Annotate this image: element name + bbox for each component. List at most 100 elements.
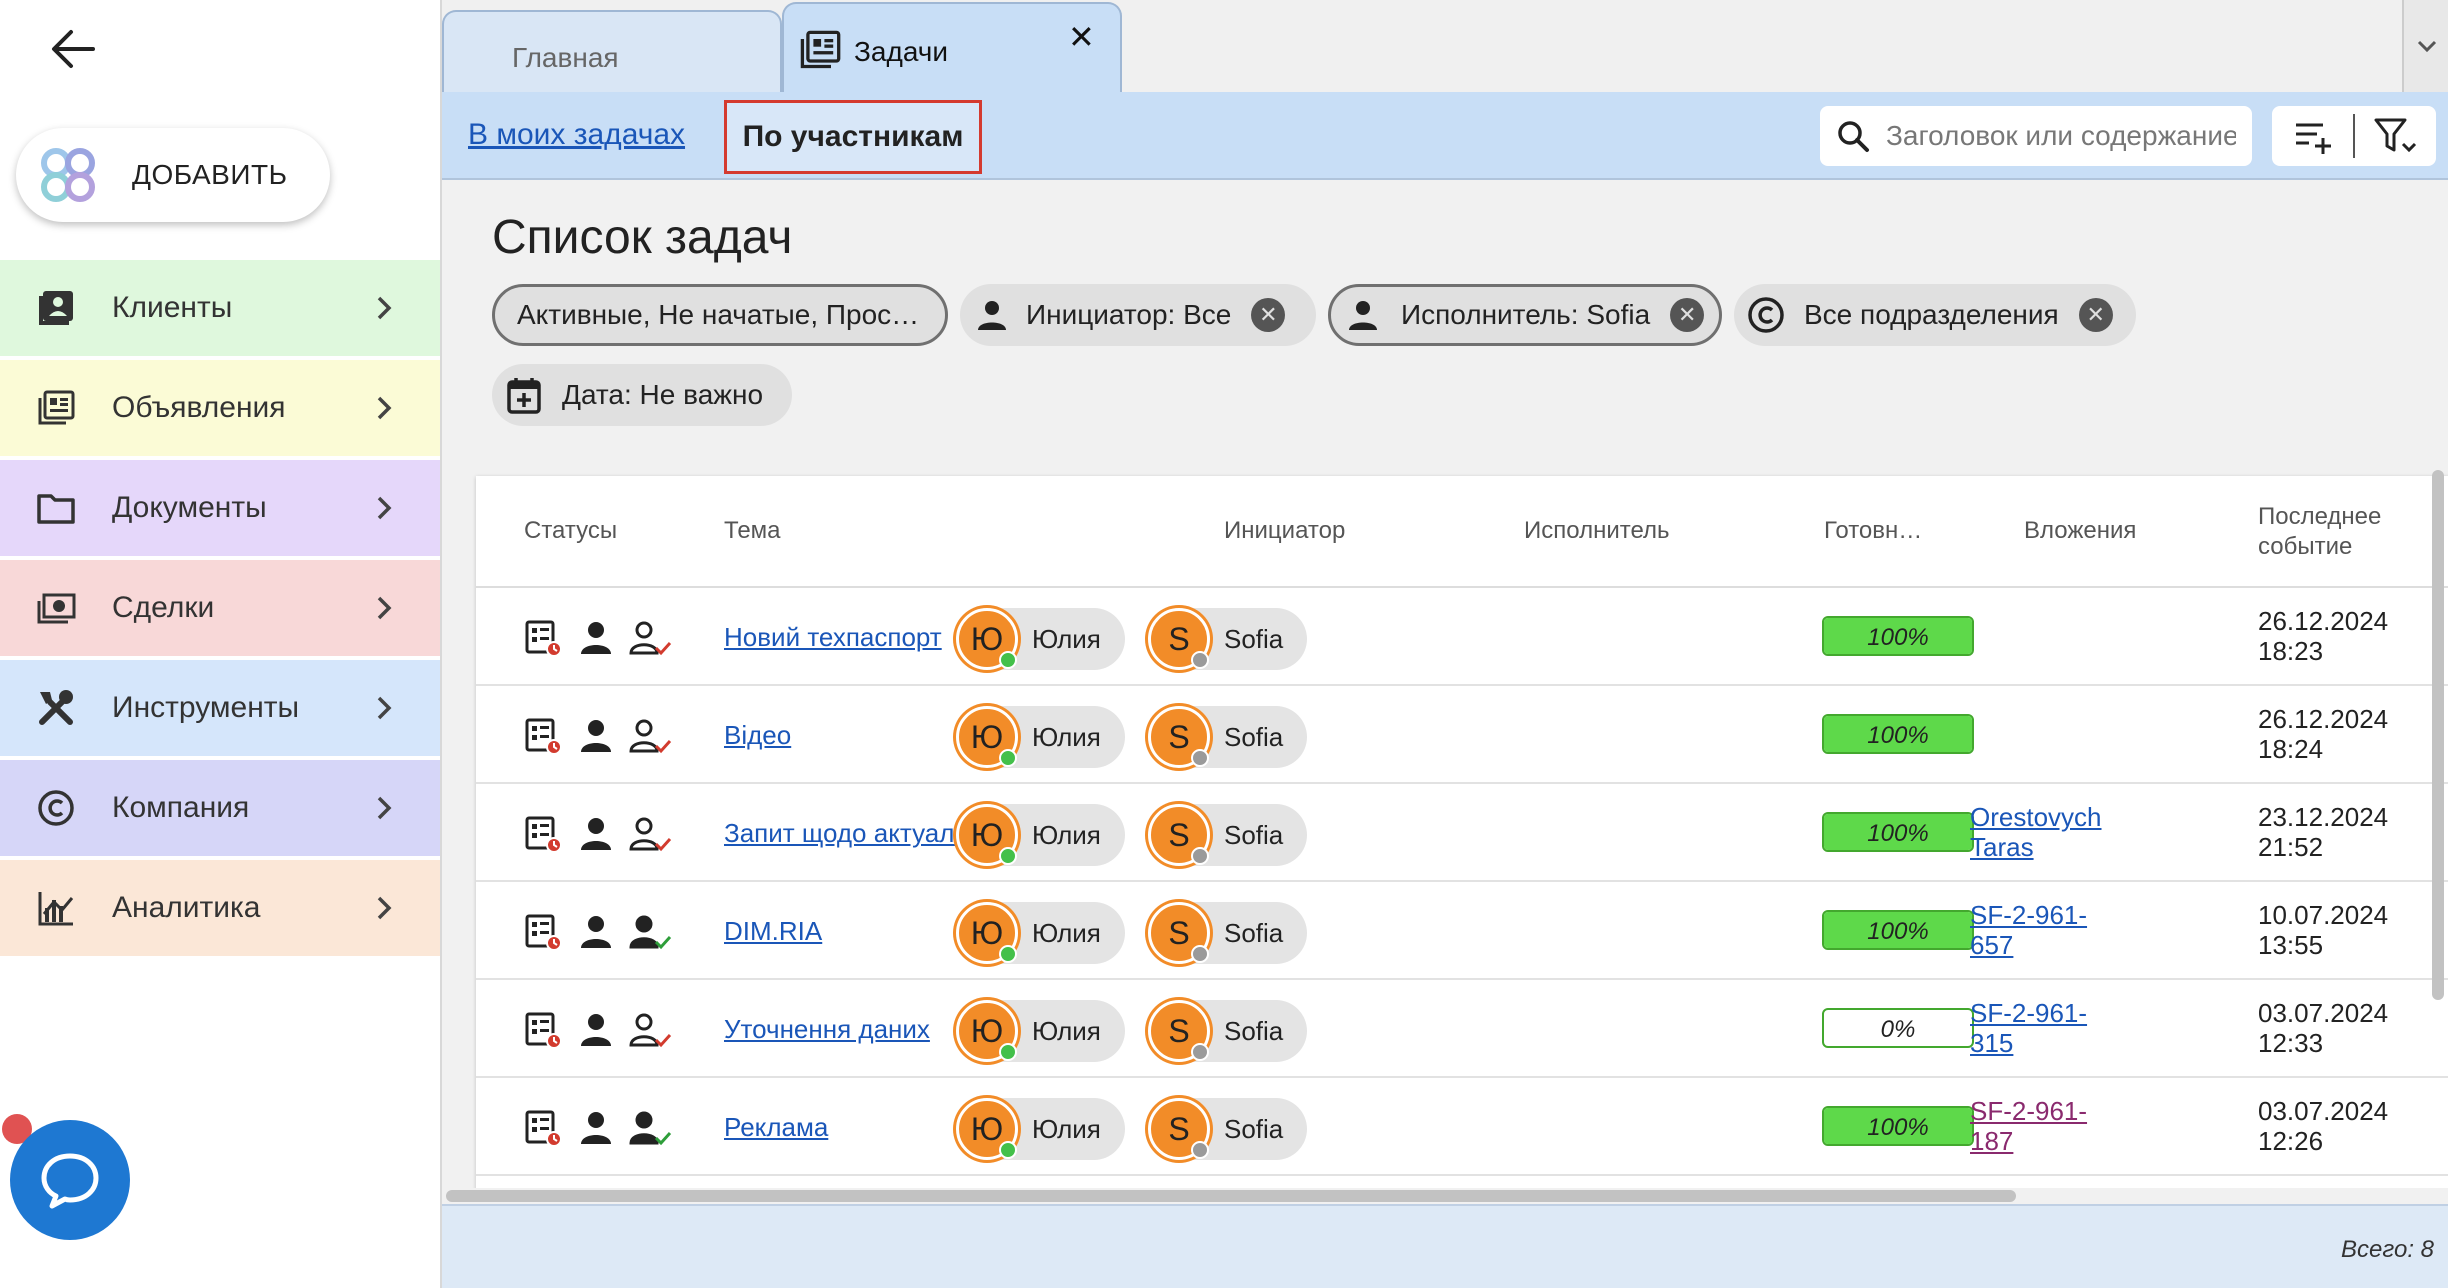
executor-chip[interactable]: S Sofia [1148,804,1308,866]
task-topic-link[interactable]: Реклама [724,1112,828,1143]
last-event-time: 12:26 [2258,1126,2324,1156]
filter-menu-button[interactable] [2355,106,2436,166]
col-topic[interactable]: Тема [724,516,781,546]
status-filter-chip[interactable]: Активные, Не начатые, Прос… [492,284,948,346]
sidebar-item-label: Инструменты [112,691,300,724]
task-topic-link[interactable]: Відео [724,720,791,751]
add-button[interactable]: ДОБАВИТЬ [16,128,330,222]
main-area: Главная Задачи ✕ В моих задачах По участ… [440,0,2448,1288]
back-button[interactable] [44,20,102,78]
progress-bar: 100% [1822,1106,1974,1146]
initiator-status-icon [581,720,611,752]
initiator-chip[interactable]: Ю Юлия [956,1000,1125,1062]
executor-chip[interactable]: S Sofia [1148,706,1308,768]
chevron-right-icon [377,896,392,920]
scroll-thumb[interactable] [446,1190,2016,1202]
online-status-dot [999,945,1017,963]
close-icon[interactable]: ✕ [1670,298,1705,332]
tab-home[interactable]: Главная [442,10,782,94]
col-executor[interactable]: Исполнитель [1524,516,1670,546]
task-topic-link[interactable]: DIM.RIA [724,916,822,947]
avatar-letter: Ю [970,1110,1004,1147]
attachment-link[interactable]: SF-2-961- 657 [1970,900,2087,960]
attachment-link[interactable]: SF-2-961- 187 [1970,1096,2087,1156]
progress-bar: 100% [1822,812,1974,852]
sidebar-item-documents[interactable]: Документы [0,460,440,556]
avatar: S [1148,706,1210,768]
my-tasks-link[interactable]: В моих задачах [468,118,685,152]
initiator-filter-chip[interactable]: Инициатор: Все ✕ [960,284,1316,346]
table-row[interactable]: DIM.RIA Ю Юлия S Sofia 100% SF-2-961- 657… [476,882,2448,980]
close-icon[interactable]: ✕ [2078,298,2113,332]
listings-icon [38,390,75,425]
initiator-chip[interactable]: Ю Юлия [956,608,1125,670]
table-row[interactable]: Відео Ю Юлия S Sofia 100% 26.12.2024 18:2… [476,686,2448,784]
tab-tasks[interactable]: Задачи ✕ [782,2,1122,94]
col-last-event[interactable]: Последнее событие [2258,502,2381,562]
folder-icon [37,494,75,524]
initiator-name: Юлия [1032,917,1101,948]
chat-button[interactable] [10,1120,130,1240]
avatar: S [1148,1098,1210,1160]
task-topic-link[interactable]: Уточнення даних [724,1014,930,1045]
last-event-date: 26.12.2024 [2258,606,2389,636]
executor-name: Sofia [1224,721,1284,752]
close-tab-icon[interactable]: ✕ [1068,18,1095,56]
total-count: Всего: 8 [2341,1236,2434,1263]
table-row[interactable]: Реклама Ю Юлия S Sofia 100% SF-2-961- 187… [476,1078,2448,1176]
task-status-icon [525,1110,562,1147]
executor-chip[interactable]: S Sofia [1148,902,1308,964]
vertical-scrollbar[interactable] [2432,470,2444,1000]
avatar-letter: S [1168,816,1190,853]
offline-status-dot [1191,847,1209,865]
attachment-link[interactable]: SF-2-961- 315 [1970,998,2087,1058]
sidebar-item-analytics[interactable]: Аналитика [0,860,440,956]
executor-chip[interactable]: S Sofia [1148,608,1308,670]
last-event-time: 21:52 [2258,832,2324,862]
attachment-line1: SF-2-961- [1970,900,2088,930]
departments-filter-chip[interactable]: Все подразделения ✕ [1734,284,2136,346]
col-ready[interactable]: Готовн… [1824,516,1922,546]
initiator-chip[interactable]: Ю Юлия [956,1098,1125,1160]
executor-status-icon [629,817,672,852]
table-header: Статусы Тема Инициатор Исполнитель Готов… [476,476,2448,588]
task-topic-link[interactable]: Новий техпаспорт [724,622,942,653]
search-input[interactable] [1886,120,2236,152]
initiator-chip[interactable]: Ю Юлия [956,804,1125,866]
last-event-datetime: 23.12.2024 21:52 [2258,802,2388,862]
table-row[interactable]: Запит щодо актуальності Ю Юлия S Sofia 1… [476,784,2448,882]
status-icons [524,1010,672,1050]
sidebar-item-tools[interactable]: Инструменты [0,660,440,756]
last-event-datetime: 26.12.2024 18:24 [2258,704,2388,764]
col-initiator[interactable]: Инициатор [1224,516,1345,546]
executor-chip[interactable]: S Sofia [1148,1000,1308,1062]
progress-bar: 100% [1822,616,1974,656]
executor-name: Sofia [1224,1113,1284,1144]
sidebar-item-listings[interactable]: Объявления [0,360,440,456]
sidebar-item-deals[interactable]: Сделки [0,560,440,656]
offline-status-dot [1191,651,1209,669]
horizontal-scrollbar[interactable] [442,1188,2448,1204]
progress-label: 100% [1867,1114,1929,1141]
by-participants-tab[interactable]: По участникам [724,100,982,174]
date-filter-chip[interactable]: Дата: Не важно [492,364,792,426]
close-icon[interactable]: ✕ [1251,298,1286,332]
attachment-link[interactable]: Orestovych Taras [1970,802,2102,862]
avatar-letter: S [1168,914,1190,951]
attachment-line2: 315 [1970,1028,2014,1058]
tabs-menu-button[interactable] [2402,0,2448,92]
sidebar-item-clients[interactable]: Клиенты [0,260,440,356]
col-statuses[interactable]: Статусы [524,516,617,546]
sidebar-item-company[interactable]: Компания [0,760,440,856]
table-row[interactable]: Новий техпаспорт Ю Юлия S Sofia 100% 26.… [476,588,2448,686]
offline-status-dot [1191,1141,1209,1159]
initiator-chip[interactable]: Ю Юлия [956,902,1125,964]
add-filter-button[interactable] [2272,106,2353,166]
executor-chip[interactable]: S Sofia [1148,1098,1308,1160]
initiator-chip[interactable]: Ю Юлия [956,706,1125,768]
executor-filter-chip[interactable]: Исполнитель: Sofia ✕ [1328,284,1722,346]
col-attachments[interactable]: Вложения [2024,516,2136,546]
status-icons [524,618,672,658]
contacts-icon [39,291,73,325]
table-row[interactable]: Уточнення даних Ю Юлия S Sofia 0% SF-2-9… [476,980,2448,1078]
